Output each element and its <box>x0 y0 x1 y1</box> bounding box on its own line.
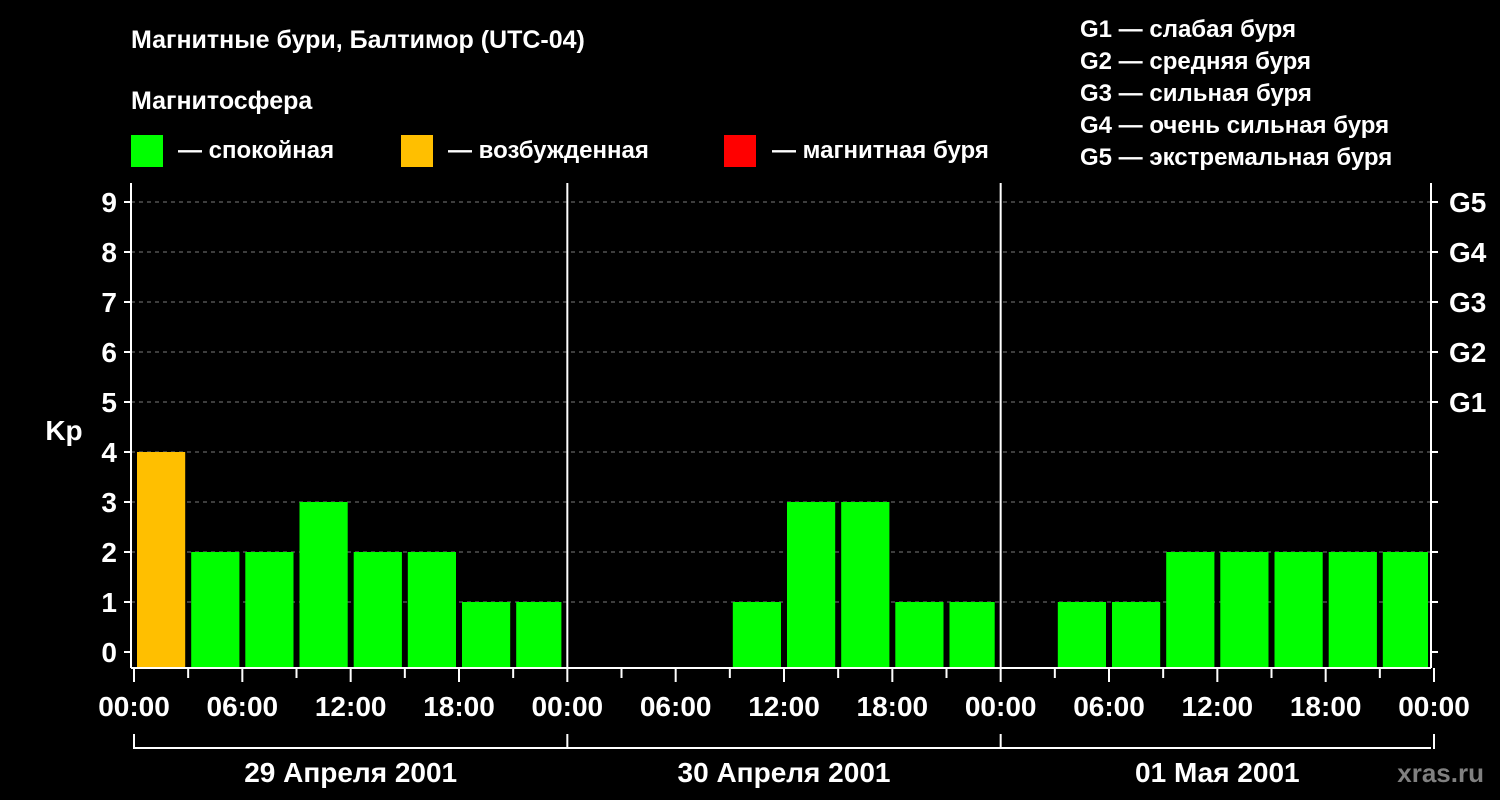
chart-title: Магнитные бури, Балтимор (UTC-04) <box>131 26 585 54</box>
y-tick-label: 5 <box>101 387 117 418</box>
bar <box>949 602 995 668</box>
legend-label-active: — возбужденная <box>448 137 649 164</box>
bar <box>1328 552 1377 668</box>
y-tick-label: 7 <box>101 287 117 318</box>
x-tick-label: 06:00 <box>640 691 712 722</box>
x-tick-label: 06:00 <box>1073 691 1145 722</box>
x-tick-label: 18:00 <box>1290 691 1362 722</box>
watermark: xras.ru <box>1397 758 1484 788</box>
legend-swatch-quiet <box>131 135 163 167</box>
y-tick-label: 8 <box>101 237 117 268</box>
kp-chart: Магнитные бури, Балтимор (UTC-04) Магнит… <box>45 16 1487 788</box>
g-scale-item: G2 — средняя буря <box>1080 48 1311 75</box>
y-tick-label: 6 <box>101 337 117 368</box>
bar <box>732 602 781 668</box>
legend-swatch-active <box>401 135 433 167</box>
g-tick-label: G4 <box>1449 237 1487 268</box>
x-tick-label: 12:00 <box>1182 691 1254 722</box>
bar <box>841 502 890 668</box>
g-scale-item: G4 — очень сильная буря <box>1080 112 1389 139</box>
bar <box>787 502 836 668</box>
bar <box>299 502 348 668</box>
y-tick-label: 2 <box>101 537 117 568</box>
g-tick-label: G3 <box>1449 287 1486 318</box>
legend-swatch-storm <box>724 135 756 167</box>
bar <box>462 602 511 668</box>
x-tick-label: 00:00 <box>532 691 604 722</box>
bar <box>895 602 944 668</box>
g-scale-item: G3 — сильная буря <box>1080 80 1312 107</box>
bar <box>407 552 456 668</box>
bar <box>516 602 562 668</box>
legend-heading: Магнитосфера <box>131 87 313 115</box>
plot-area: 0 1 2 3 4 5 6 7 8 9 G1 G2 G3 G4 G5 00:00 06:00 12:00 18:00… <box>98 183 1487 788</box>
x-tick-label: 12:00 <box>748 691 820 722</box>
day-label: 29 Апреля 2001 <box>244 757 457 788</box>
y-tick-label: 9 <box>101 187 117 218</box>
y-tick-label: 4 <box>101 437 117 468</box>
g-scale-item: G1 — слабая буря <box>1080 16 1296 43</box>
y-axis-label: Kp <box>45 415 82 446</box>
y-tick-label: 0 <box>101 637 117 668</box>
x-tick-label: 00:00 <box>98 691 170 722</box>
g-tick-label: G1 <box>1449 387 1486 418</box>
x-tick-label: 18:00 <box>857 691 929 722</box>
bar <box>353 552 402 668</box>
x-tick-label: 18:00 <box>423 691 495 722</box>
y-tick-label: 3 <box>101 487 117 518</box>
bar <box>137 452 186 668</box>
x-tick-label: 00:00 <box>1398 691 1470 722</box>
bar <box>191 552 240 668</box>
g-scale-item: G5 — экстремальная буря <box>1080 144 1392 171</box>
bar <box>245 552 294 668</box>
day-label: 01 Мая 2001 <box>1135 757 1300 788</box>
day-label: 30 Апреля 2001 <box>678 757 891 788</box>
bar <box>1057 602 1106 668</box>
bar <box>1220 552 1269 668</box>
bar <box>1112 602 1161 668</box>
bar <box>1382 552 1428 668</box>
x-tick-label: 12:00 <box>315 691 387 722</box>
bar <box>1274 552 1323 668</box>
g-tick-label: G2 <box>1449 337 1486 368</box>
legend-label-quiet: — спокойная <box>178 137 334 164</box>
bar <box>1166 552 1215 668</box>
legend-label-storm: — магнитная буря <box>772 137 989 164</box>
y-tick-label: 1 <box>101 587 117 618</box>
x-tick-label: 00:00 <box>965 691 1037 722</box>
g-tick-label: G5 <box>1449 187 1486 218</box>
x-tick-label: 06:00 <box>207 691 279 722</box>
